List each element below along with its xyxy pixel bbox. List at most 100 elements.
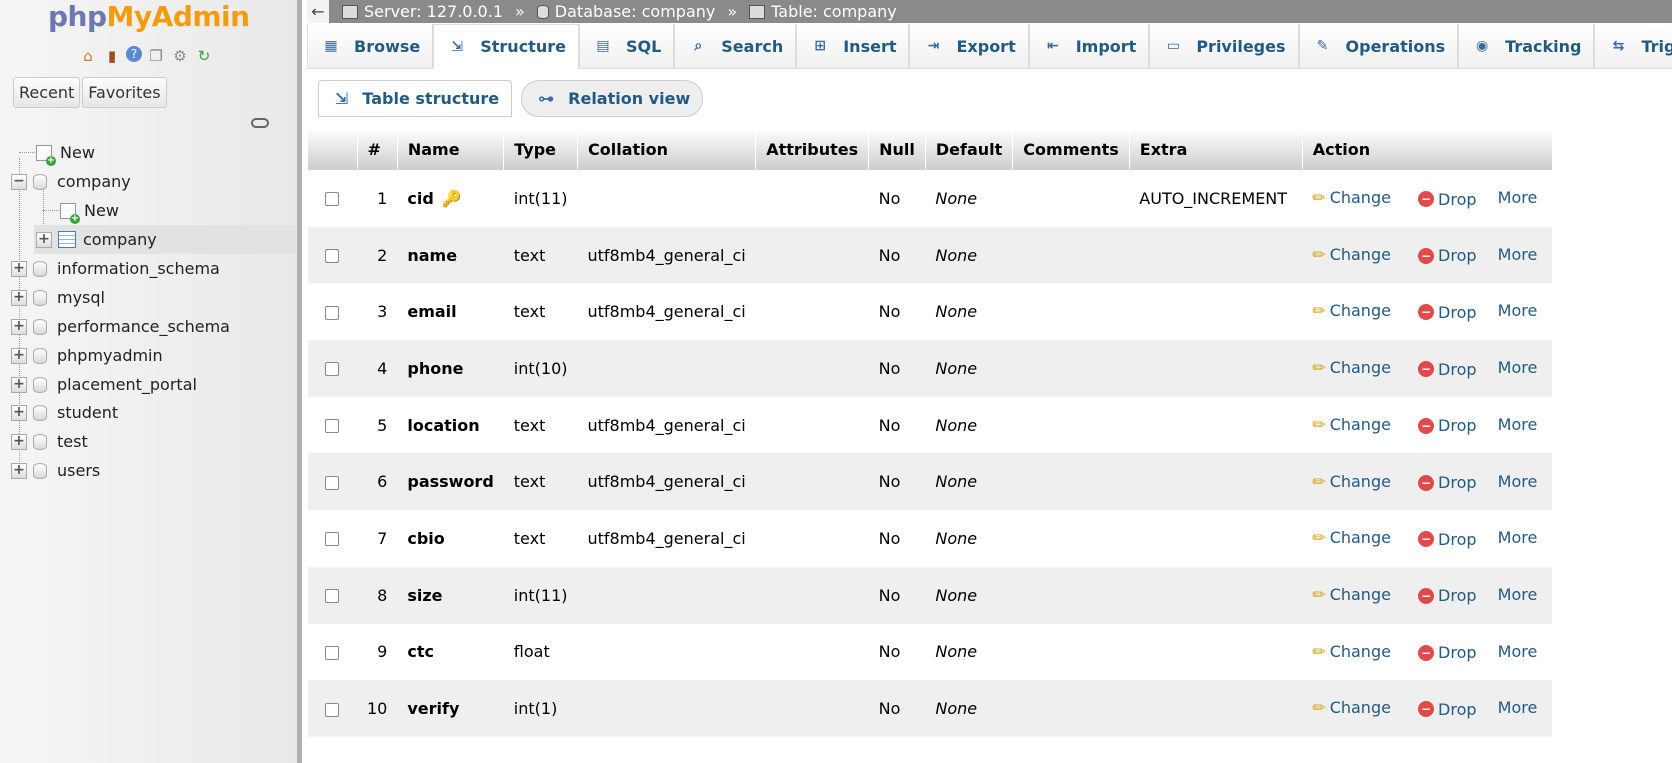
column-name[interactable]: verify — [407, 699, 459, 718]
breadcrumb-database[interactable]: Database: company — [536, 2, 715, 21]
tree-item-new-table[interactable]: New — [60, 196, 119, 225]
tab-search[interactable]: ⌕ Search — [674, 24, 797, 69]
more-button[interactable]: More — [1498, 358, 1538, 377]
tab-import[interactable]: ⇤ Import — [1028, 24, 1150, 69]
tree-item-db-company[interactable]: − company — [11, 167, 131, 196]
tree-item-new[interactable]: New — [36, 138, 95, 167]
tree-item-db-mysql[interactable]: + mysql — [11, 283, 105, 312]
drop-button[interactable]: − Drop — [1418, 190, 1477, 209]
column-name[interactable]: size — [407, 586, 442, 605]
breadcrumb-server[interactable]: Server: 127.0.0.1 — [342, 2, 503, 21]
drop-button[interactable]: − Drop — [1418, 473, 1477, 492]
tab-structure[interactable]: ⇲ Structure — [433, 24, 579, 69]
row-checkbox[interactable] — [325, 702, 339, 717]
column-name[interactable]: email — [407, 302, 456, 321]
tree-item-db-information-schema[interactable]: + information_schema — [11, 254, 220, 283]
drop-button[interactable]: − Drop — [1418, 700, 1477, 719]
tab-sql[interactable]: ▤ SQL — [578, 24, 675, 69]
favorites-tab[interactable]: Favorites — [82, 77, 167, 108]
more-button[interactable]: More — [1498, 585, 1538, 604]
home-icon[interactable]: ⌂ — [78, 46, 98, 66]
drop-button[interactable]: − Drop — [1418, 586, 1477, 605]
more-button[interactable]: More — [1498, 528, 1538, 547]
tree-item-db-test[interactable]: + test — [11, 427, 88, 456]
more-button[interactable]: More — [1498, 301, 1538, 320]
row-checkbox[interactable] — [325, 192, 339, 207]
drop-button[interactable]: − Drop — [1418, 530, 1477, 549]
column-name[interactable]: cid — [407, 189, 433, 208]
tab-operations[interactable]: ✎ Operations — [1298, 24, 1459, 69]
more-button[interactable]: More — [1498, 698, 1538, 717]
row-number: 7 — [357, 510, 398, 567]
subtab-table-structure[interactable]: ⇲ Table structure — [318, 80, 513, 117]
row-checkbox[interactable] — [325, 589, 339, 604]
drop-button[interactable]: − Drop — [1418, 416, 1477, 435]
tab-triggers[interactable]: ⇆ Triggers — [1594, 24, 1672, 69]
collapse-icon[interactable]: − — [11, 173, 27, 190]
drop-button[interactable]: − Drop — [1418, 643, 1477, 662]
row-checkbox[interactable] — [325, 305, 339, 320]
expand-icon[interactable]: + — [11, 347, 27, 364]
more-button[interactable]: More — [1498, 415, 1538, 434]
expand-icon[interactable]: + — [11, 462, 27, 479]
expand-icon[interactable]: + — [11, 404, 27, 421]
expand-icon[interactable]: + — [36, 231, 52, 248]
tree-item-table-company[interactable]: + company — [34, 225, 296, 254]
tab-insert[interactable]: ⊞ Insert — [796, 24, 910, 69]
row-checkbox[interactable] — [325, 645, 339, 660]
tab-tracking[interactable]: ◉ Tracking — [1458, 24, 1595, 69]
change-button[interactable]: ✏ Change — [1312, 642, 1391, 661]
drop-button[interactable]: − Drop — [1418, 246, 1477, 265]
change-button[interactable]: ✏ Change — [1312, 585, 1391, 604]
back-arrow-icon[interactable]: ← — [307, 0, 329, 23]
link-with-main-icon[interactable] — [251, 118, 269, 128]
tab-export[interactable]: ⇥ Export — [909, 24, 1029, 69]
expand-icon[interactable]: + — [11, 289, 27, 306]
tree-item-db-performance-schema[interactable]: + performance_schema — [11, 312, 230, 341]
logout-icon[interactable]: ▮ — [102, 46, 122, 66]
row-checkbox[interactable] — [325, 475, 339, 490]
row-checkbox[interactable] — [325, 419, 339, 434]
column-name[interactable]: password — [407, 472, 493, 491]
expand-icon[interactable]: + — [11, 376, 27, 393]
expand-icon[interactable]: + — [11, 433, 27, 450]
change-button[interactable]: ✏ Change — [1312, 528, 1391, 547]
breadcrumb-table[interactable]: Table: company — [749, 2, 897, 21]
reload-icon[interactable]: ↻ — [194, 46, 214, 66]
tree-item-db-users[interactable]: + users — [11, 456, 100, 485]
change-button[interactable]: ✏ Change — [1312, 245, 1391, 264]
more-button[interactable]: More — [1498, 245, 1538, 264]
column-name[interactable]: cbio — [407, 529, 444, 548]
more-button[interactable]: More — [1498, 188, 1538, 207]
tab-privileges[interactable]: ▭ Privileges — [1149, 24, 1299, 69]
recent-tab[interactable]: Recent — [13, 77, 81, 108]
change-button[interactable]: ✏ Change — [1312, 301, 1391, 320]
row-checkbox[interactable] — [325, 532, 339, 547]
row-checkbox[interactable] — [325, 249, 339, 264]
more-button[interactable]: More — [1498, 472, 1538, 491]
change-button[interactable]: ✏ Change — [1312, 415, 1391, 434]
column-name[interactable]: phone — [407, 359, 463, 378]
column-name[interactable]: name — [407, 246, 457, 265]
tree-item-db-phpmyadmin[interactable]: + phpmyadmin — [11, 341, 163, 370]
column-name[interactable]: ctc — [407, 642, 434, 661]
expand-icon[interactable]: + — [11, 260, 27, 277]
drop-button[interactable]: − Drop — [1418, 303, 1477, 322]
expand-icon[interactable]: + — [11, 318, 27, 335]
subtab-relation-view[interactable]: ⊶ Relation view — [521, 80, 704, 117]
change-button[interactable]: ✏ Change — [1312, 472, 1391, 491]
tree-item-db-placement-portal[interactable]: + placement_portal — [11, 370, 197, 399]
change-button[interactable]: ✏ Change — [1312, 188, 1391, 207]
drop-button[interactable]: − Drop — [1418, 360, 1477, 379]
tab-browse[interactable]: ▦ Browse — [307, 24, 434, 69]
settings-icon[interactable]: ⚙ — [170, 46, 190, 66]
tree-item-db-student[interactable]: + student — [11, 398, 118, 427]
change-button[interactable]: ✏ Change — [1312, 698, 1391, 717]
phpmyadmin-logo[interactable]: phpMyAdmin — [48, 0, 250, 33]
row-checkbox[interactable] — [325, 362, 339, 377]
more-button[interactable]: More — [1498, 642, 1538, 661]
column-name[interactable]: location — [407, 416, 479, 435]
change-button[interactable]: ✏ Change — [1312, 358, 1391, 377]
help-icon[interactable]: ? — [126, 46, 142, 62]
docs-icon[interactable]: ❐ — [146, 46, 166, 66]
